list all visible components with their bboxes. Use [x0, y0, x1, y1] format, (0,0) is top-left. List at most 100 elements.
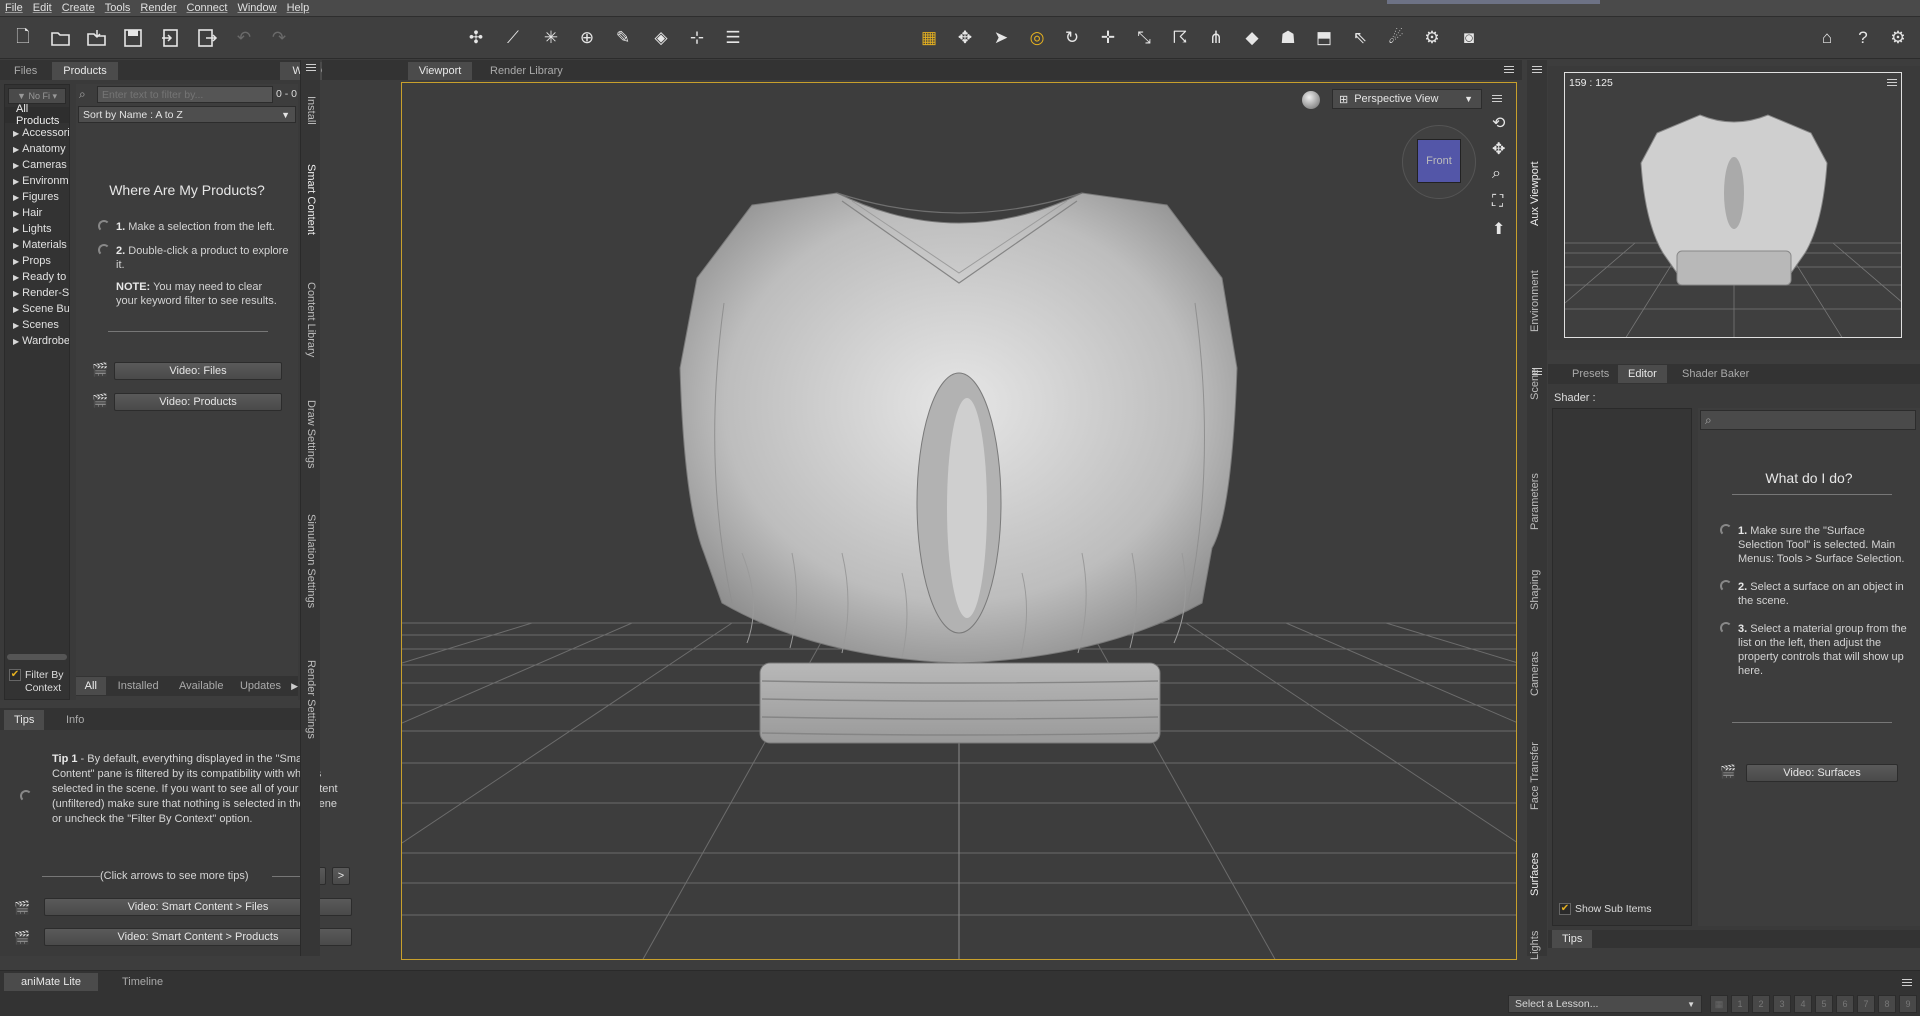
- menu-tools[interactable]: Tools: [100, 2, 136, 14]
- surface-list[interactable]: ✔ Show Sub Items: [1552, 408, 1692, 926]
- camera-icon[interactable]: ⬒: [1311, 25, 1337, 51]
- home-icon[interactable]: ⌂: [1814, 25, 1840, 51]
- video-files-button[interactable]: Video: Files: [114, 362, 282, 380]
- node-select-icon[interactable]: ✥: [952, 25, 978, 51]
- category-item[interactable]: ▶ Scenes: [5, 317, 69, 333]
- category-item[interactable]: ▶Scene Builder: [5, 301, 69, 317]
- vtab-content-library[interactable]: Content Library: [305, 282, 317, 357]
- view-cube[interactable]: Front: [1417, 139, 1461, 183]
- lesson-dropdown[interactable]: Select a Lesson... ▼: [1508, 995, 1702, 1013]
- menu-connect[interactable]: Connect: [182, 2, 233, 14]
- menu-lines-icon[interactable]: ☰: [720, 25, 746, 51]
- active-pose-icon[interactable]: ◎: [1024, 25, 1050, 51]
- draw-style-icon[interactable]: [1302, 91, 1320, 109]
- open-icon[interactable]: [48, 25, 74, 51]
- merge-icon[interactable]: [84, 25, 110, 51]
- vtab-face-transfer[interactable]: Face Transfer: [1529, 742, 1541, 810]
- menu-help[interactable]: Help: [282, 2, 315, 14]
- help-icon[interactable]: ?: [1850, 25, 1876, 51]
- lesson-step[interactable]: 2: [1752, 995, 1770, 1013]
- menu-create[interactable]: Create: [57, 2, 100, 14]
- lesson-step[interactable]: 9: [1899, 995, 1917, 1013]
- bone-icon[interactable]: ✳: [538, 25, 564, 51]
- category-item[interactable]: ▶ Materials: [5, 237, 69, 253]
- vtab-aux-viewport[interactable]: Aux Viewport: [1529, 161, 1541, 226]
- vtab-draw-settings[interactable]: Draw Settings: [305, 400, 317, 468]
- aux-menu-icon[interactable]: [1885, 77, 1899, 89]
- universal-tool-icon[interactable]: ▦: [916, 25, 942, 51]
- lesson-step[interactable]: 1: [1731, 995, 1749, 1013]
- figure-setup-icon[interactable]: ✣: [463, 25, 489, 51]
- tab-viewport[interactable]: Viewport: [408, 62, 472, 80]
- scale-icon[interactable]: ⤡: [1131, 25, 1157, 51]
- orbit-icon[interactable]: ⟲: [1492, 113, 1505, 133]
- lesson-step[interactable]: 4: [1794, 995, 1812, 1013]
- tab-shader-baker[interactable]: Shader Baker: [1672, 365, 1759, 383]
- vtab-surfaces[interactable]: Surfaces: [1529, 853, 1541, 896]
- figure-icon[interactable]: ☗: [1275, 25, 1301, 51]
- category-scrollbar[interactable]: [7, 654, 67, 660]
- geometry-editor-icon[interactable]: ⋔: [1203, 25, 1229, 51]
- joint-editor-icon[interactable]: ⟋: [500, 25, 526, 51]
- scene-canvas[interactable]: [402, 83, 1517, 960]
- redo-icon[interactable]: ↷: [266, 25, 292, 51]
- vtab-lights[interactable]: Lights: [1529, 931, 1541, 960]
- vtab-parameters[interactable]: Parameters: [1529, 473, 1541, 530]
- tab-installed[interactable]: Installed: [106, 680, 171, 692]
- filter-input[interactable]: [97, 86, 273, 103]
- panel-menu-icon[interactable]: [1502, 64, 1516, 76]
- lesson-step[interactable]: 6: [1836, 995, 1854, 1013]
- surface-tool-icon[interactable]: ☈: [1167, 25, 1193, 51]
- pointer-icon[interactable]: ➤: [988, 25, 1014, 51]
- tab-all[interactable]: All: [76, 677, 106, 695]
- lesson-step[interactable]: 5: [1815, 995, 1833, 1013]
- aux-viewport[interactable]: 159 : 125: [1564, 72, 1902, 338]
- tab-tips[interactable]: Tips: [4, 710, 45, 730]
- node-weight-icon[interactable]: ☄: [1383, 25, 1409, 51]
- tab-animate-lite[interactable]: aniMate Lite: [4, 973, 98, 991]
- panel-menu-icon[interactable]: [304, 62, 318, 74]
- lesson-grid-icon[interactable]: ▦: [1710, 995, 1728, 1013]
- video-surfaces-button[interactable]: Video: Surfaces: [1746, 764, 1898, 782]
- surface-selection-icon[interactable]: ◆: [1239, 25, 1265, 51]
- morph-icon[interactable]: ◈: [648, 25, 674, 51]
- tab-presets[interactable]: Presets: [1562, 365, 1619, 383]
- import-icon[interactable]: [158, 25, 184, 51]
- category-item[interactable]: ▶ Anatomy: [5, 141, 69, 157]
- vtab-shaping[interactable]: Shaping: [1529, 570, 1541, 610]
- surface-search-input[interactable]: ⌕: [1700, 410, 1916, 430]
- vtab-environment[interactable]: Environment: [1529, 270, 1541, 332]
- tab-editor[interactable]: Editor: [1618, 365, 1667, 383]
- geometry-tool-icon[interactable]: ⊕: [574, 25, 600, 51]
- sort-dropdown[interactable]: Sort by Name : A to Z ▼: [78, 106, 296, 123]
- menu-render[interactable]: Render: [135, 2, 181, 14]
- undo-icon[interactable]: ↶: [231, 25, 257, 51]
- render-camera-icon[interactable]: ◙: [1456, 25, 1482, 51]
- tab-surfaces-tips[interactable]: Tips: [1552, 930, 1593, 948]
- tab-files[interactable]: Files: [4, 62, 47, 80]
- vtab-smart-content[interactable]: Smart Content: [305, 164, 317, 235]
- panel-menu-icon[interactable]: [1900, 977, 1914, 989]
- lesson-step[interactable]: 7: [1857, 995, 1875, 1013]
- selection-icon[interactable]: ⇖: [1347, 25, 1373, 51]
- category-item[interactable]: ▶Render-Settings: [5, 285, 69, 301]
- vtab-cameras[interactable]: Cameras: [1529, 651, 1541, 696]
- tab-products[interactable]: Products: [52, 62, 118, 80]
- panel-menu-icon[interactable]: [1530, 366, 1544, 378]
- vtab-simulation-settings[interactable]: Simulation Settings: [305, 514, 317, 608]
- chevron-right-icon[interactable]: ▶: [291, 681, 298, 692]
- category-item[interactable]: ▶Accessories: [5, 125, 69, 141]
- filter-by-context-checkbox[interactable]: ✔: [9, 669, 21, 681]
- tab-render-library[interactable]: Render Library: [480, 62, 573, 80]
- settings-icon[interactable]: ⚙: [1885, 25, 1911, 51]
- show-sub-items-checkbox[interactable]: ✔: [1559, 903, 1571, 915]
- menu-window[interactable]: Window: [232, 2, 281, 14]
- zoom-icon[interactable]: ⌕: [1492, 165, 1501, 183]
- view-mode-dropdown[interactable]: ⊞ Perspective View ▼: [1332, 89, 1482, 109]
- category-item[interactable]: ▶Environments: [5, 173, 69, 189]
- category-item[interactable]: ▶ Hair: [5, 205, 69, 221]
- tab-info[interactable]: Info: [56, 710, 94, 730]
- viewport-menu-icon[interactable]: [1490, 93, 1504, 105]
- all-products-item[interactable]: All Products: [5, 103, 69, 127]
- lesson-step[interactable]: 3: [1773, 995, 1791, 1013]
